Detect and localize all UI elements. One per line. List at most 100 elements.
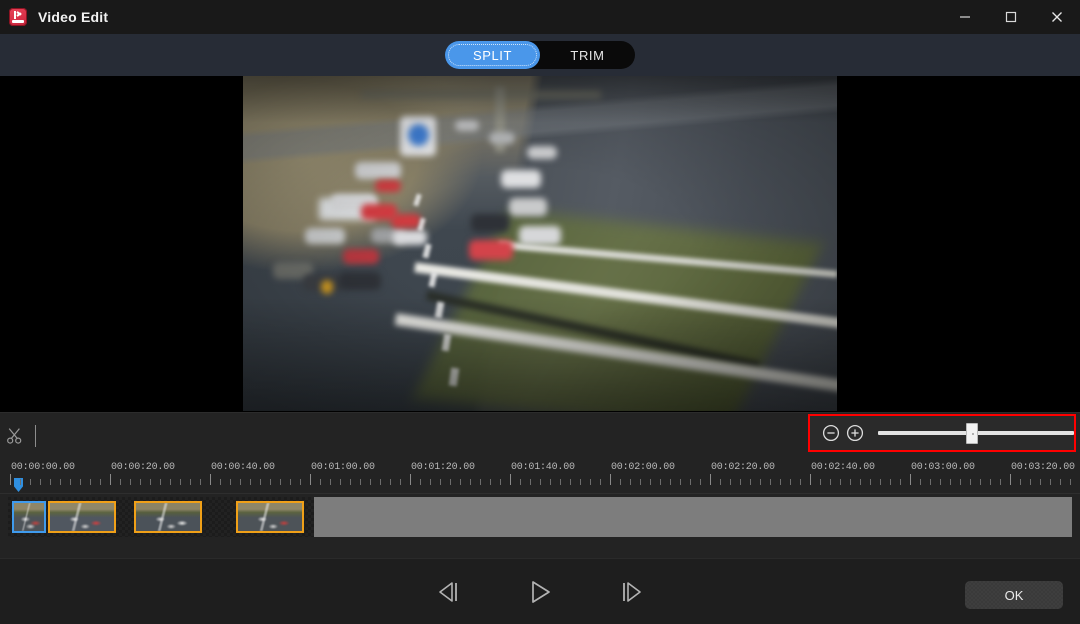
playhead-marker[interactable]: [14, 478, 23, 492]
ruler-tick-major: [710, 474, 711, 485]
ruler-tick-minor: [420, 479, 421, 485]
ruler-tick-minor: [370, 479, 371, 485]
ruler-tick-minor: [560, 479, 561, 485]
zoom-slider[interactable]: [878, 423, 1074, 444]
mode-tab-bar: SPLIT TRIM: [0, 34, 1080, 76]
table-row[interactable]: [236, 501, 304, 533]
ruler-tick-minor: [520, 479, 521, 485]
clip-strip[interactable]: [8, 497, 1072, 537]
ruler-tick-minor: [590, 479, 591, 485]
previous-frame-button[interactable]: [428, 575, 472, 609]
ok-button[interactable]: OK: [965, 581, 1063, 609]
ruler-tick-minor: [760, 479, 761, 485]
tab-trim[interactable]: TRIM: [540, 41, 635, 69]
ruler-tick-minor: [440, 479, 441, 485]
video-edit-window: Video Edit SPLIT TRIM 00:00:00.00 00:00:…: [0, 0, 1080, 624]
next-frame-button[interactable]: [608, 575, 652, 609]
video-preview-area[interactable]: Zoom in/Zoom out slider: [0, 76, 1080, 467]
ruler-tick-minor: [660, 479, 661, 485]
timeline-ruler[interactable]: 00:00:00.00 00:00:20.00 00:00:40.00 00:01:0…: [0, 458, 1080, 494]
ruler-tick-minor: [390, 479, 391, 485]
zoom-slider-thumb[interactable]: [966, 423, 978, 444]
ruler-label: 00:03:00.00: [911, 462, 975, 473]
ruler-tick-minor: [600, 479, 601, 485]
clip-thumbnail-detail: [50, 503, 114, 531]
ruler-tick-major: [610, 474, 611, 485]
transport-controls: [0, 559, 1080, 624]
ruler-tick-minor: [1040, 479, 1041, 485]
ruler-tick-minor: [200, 479, 201, 485]
ruler-tick-major: [10, 474, 11, 485]
ruler-tick-major: [310, 474, 311, 485]
ruler-tick-minor: [740, 479, 741, 485]
ruler-tick-minor: [920, 479, 921, 485]
ruler-tick-minor: [980, 479, 981, 485]
scissors-icon[interactable]: [4, 425, 26, 447]
tab-split-label: SPLIT: [472, 47, 513, 63]
ruler-tick-minor: [1020, 479, 1021, 485]
window-title: Video Edit: [38, 9, 109, 25]
table-row[interactable]: [134, 501, 202, 533]
ruler-tick-minor: [270, 479, 271, 485]
ruler-tick-minor: [650, 479, 651, 485]
minimize-button[interactable]: [942, 0, 988, 34]
ruler-tick-minor: [730, 479, 731, 485]
ruler-tick-minor: [170, 479, 171, 485]
close-button[interactable]: [1034, 0, 1080, 34]
table-row[interactable]: [48, 501, 116, 533]
ruler-tick-minor: [160, 479, 161, 485]
ruler-tick-minor: [380, 479, 381, 485]
ruler-label: 00:02:40.00: [811, 462, 875, 473]
ruler-tick-minor: [250, 479, 251, 485]
video-frame[interactable]: [243, 76, 837, 411]
ruler-tick-minor: [100, 479, 101, 485]
ruler-tick-minor: [50, 479, 51, 485]
tab-trim-label: TRIM: [570, 47, 605, 63]
ruler-tick-minor: [30, 479, 31, 485]
bottom-bar: OK: [0, 558, 1080, 624]
ruler-label: 00:01:40.00: [511, 462, 575, 473]
tab-split[interactable]: SPLIT: [445, 41, 540, 69]
table-row[interactable]: [12, 501, 46, 533]
ruler-tick-major: [510, 474, 511, 485]
ruler-tick-minor: [790, 479, 791, 485]
ruler-label: 00:01:20.00: [411, 462, 475, 473]
ruler-tick-minor: [290, 479, 291, 485]
ruler-tick-minor: [990, 479, 991, 485]
ruler-tick-minor: [750, 479, 751, 485]
ruler-tick-minor: [1070, 479, 1071, 485]
ruler-tick-minor: [770, 479, 771, 485]
ruler-tick-minor: [470, 479, 471, 485]
ruler-tick-minor: [820, 479, 821, 485]
ruler-tick-minor: [180, 479, 181, 485]
maximize-button[interactable]: [988, 0, 1034, 34]
ruler-tick-minor: [850, 479, 851, 485]
ruler-tick-major: [1010, 474, 1011, 485]
zoom-out-icon[interactable]: [822, 424, 840, 442]
ruler-tick-minor: [890, 479, 891, 485]
ruler-tick-minor: [350, 479, 351, 485]
ruler-tick-minor: [580, 479, 581, 485]
ruler-label: 00:00:40.00: [211, 462, 275, 473]
ruler-tick-minor: [690, 479, 691, 485]
ruler-tick-minor: [220, 479, 221, 485]
ruler-tick-minor: [130, 479, 131, 485]
toolbar-divider: [35, 425, 36, 447]
ruler-tick-minor: [800, 479, 801, 485]
app-logo-icon: [9, 8, 27, 26]
ruler-tick-minor: [670, 479, 671, 485]
ruler-tick-minor: [480, 479, 481, 485]
zoom-slider-group[interactable]: [808, 414, 1076, 452]
ruler-tick-minor: [90, 479, 91, 485]
ruler-tick-minor: [540, 479, 541, 485]
ruler-tick-minor: [400, 479, 401, 485]
play-button[interactable]: [518, 575, 562, 609]
ruler-tick-minor: [60, 479, 61, 485]
timeline-track[interactable]: [0, 494, 1080, 540]
ruler-tick-minor: [430, 479, 431, 485]
zoom-in-icon[interactable]: [846, 424, 864, 442]
ruler-tick-minor: [1050, 479, 1051, 485]
ruler-tick-minor: [140, 479, 141, 485]
ruler-tick-minor: [780, 479, 781, 485]
ruler-tick-major: [910, 474, 911, 485]
